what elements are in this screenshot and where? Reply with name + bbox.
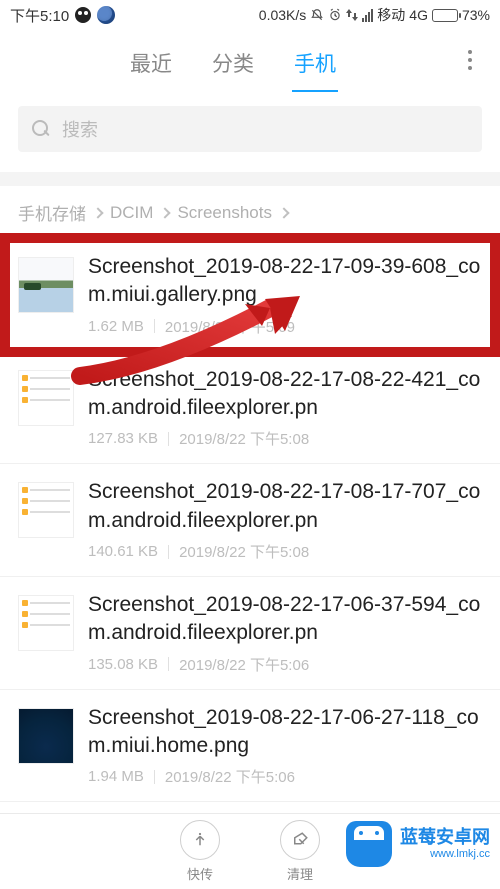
chevron-right-icon [92,207,103,218]
status-time: 下午5:10 [10,5,69,26]
file-meta: 127.83 KB 2019/8/22 下午5:08 [88,428,484,449]
status-network: 4G [409,7,428,23]
file-size: 127.83 KB [88,430,158,447]
file-size: 135.08 KB [88,656,158,673]
file-meta: 1.94 MB 2019/8/22 下午5:06 [88,766,484,787]
clean-label: 清理 [287,864,313,883]
crumb-1[interactable]: DCIM [110,203,153,223]
file-thumbnail [18,595,74,651]
file-meta: 140.61 KB 2019/8/22 下午5:08 [88,541,484,562]
breadcrumb[interactable]: 手机存储 DCIM Screenshots [0,186,500,239]
tab-0[interactable]: 最近 [110,42,192,92]
mute-icon [310,8,324,22]
watermark-robot-icon [346,821,392,867]
file-list: Screenshot_2019-08-22-17-09-39-608_com.m… [0,239,500,802]
chevron-right-icon [278,207,289,218]
qq-notification-icon [75,7,91,23]
file-thumbnail [18,257,74,313]
transfer-button[interactable]: 快传 [150,820,250,883]
file-name: Screenshot_2019-08-22-17-08-22-421_com.a… [88,366,484,423]
file-item[interactable]: Screenshot_2019-08-22-17-06-37-594_com.a… [0,577,500,690]
file-meta: 135.08 KB 2019/8/22 下午5:06 [88,654,484,675]
search-icon [32,120,50,138]
status-carrier: 移动 [377,5,405,25]
crumb-0[interactable]: 手机存储 [18,200,86,225]
file-item[interactable]: Screenshot_2019-08-22-17-08-22-421_com.a… [0,352,500,465]
file-name: Screenshot_2019-08-22-17-06-37-594_com.a… [88,591,484,648]
transfer-icon [180,820,220,860]
data-arrows-icon [346,8,358,22]
file-name: Screenshot_2019-08-22-17-09-39-608_com.m… [88,253,484,310]
file-thumbnail [18,708,74,764]
status-bar: 下午5:10 0.03K/s 移动 4G 73% [0,0,500,28]
file-item[interactable]: Screenshot_2019-08-22-17-06-27-118_com.m… [0,690,500,803]
signal-icon [362,8,373,22]
file-date: 2019/8/22 下午5:09 [165,316,295,337]
chevron-right-icon [160,207,171,218]
tab-bar: 最近分类手机 [0,28,500,92]
file-date: 2019/8/22 下午5:08 [179,541,309,562]
file-name: Screenshot_2019-08-22-17-08-17-707_com.a… [88,478,484,535]
file-date: 2019/8/22 下午5:08 [179,428,309,449]
watermark-url: www.lmkj.cc [430,848,490,861]
status-battery-pct: 73% [462,7,490,23]
file-date: 2019/8/22 下午5:06 [165,766,295,787]
file-size: 1.62 MB [88,318,144,335]
file-thumbnail [18,482,74,538]
search-input[interactable]: 搜索 [18,106,482,152]
file-item[interactable]: Screenshot_2019-08-22-17-08-17-707_com.a… [0,464,500,577]
section-divider [0,172,500,186]
clean-icon [280,820,320,860]
clean-button[interactable]: 清理 [250,820,350,883]
app-notification-icon [97,6,115,24]
crumb-2[interactable]: Screenshots [177,203,272,223]
tab-1[interactable]: 分类 [192,42,274,92]
status-speed: 0.03K/s [259,7,306,23]
file-size: 1.94 MB [88,768,144,785]
file-name: Screenshot_2019-08-22-17-06-27-118_com.m… [88,704,484,761]
file-size: 140.61 KB [88,543,158,560]
search-placeholder: 搜索 [62,116,98,142]
file-thumbnail [18,370,74,426]
file-date: 2019/8/22 下午5:06 [179,654,309,675]
battery-icon [432,9,458,22]
file-item[interactable]: Screenshot_2019-08-22-17-09-39-608_com.m… [0,239,500,352]
watermark: 蓝莓安卓网 www.lmkj.cc [346,821,490,867]
more-button[interactable] [456,46,484,74]
transfer-label: 快传 [187,864,213,883]
tab-2[interactable]: 手机 [274,42,356,92]
file-meta: 1.62 MB 2019/8/22 下午5:09 [88,316,484,337]
alarm-icon [328,8,342,22]
watermark-title: 蓝莓安卓网 [400,827,490,848]
